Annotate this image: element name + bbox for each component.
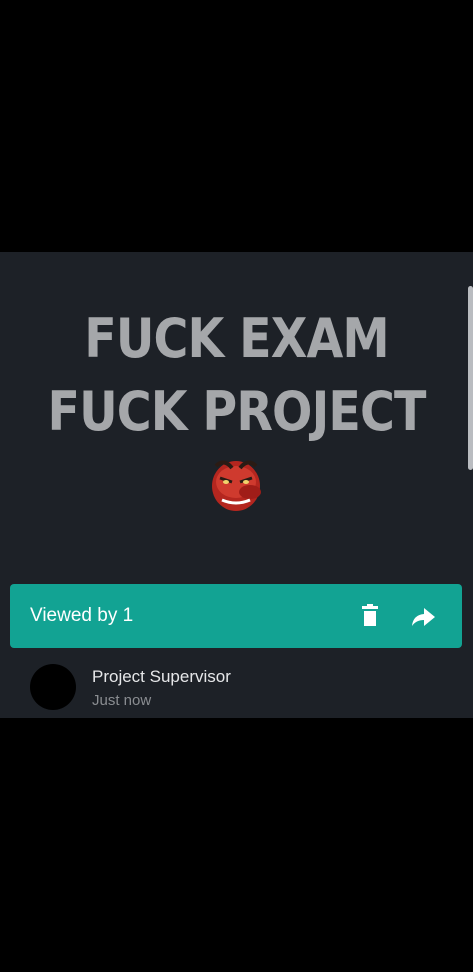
- viewer-list-item[interactable]: Project Supervisor Just now: [10, 650, 462, 716]
- viewer-time: Just now: [92, 692, 152, 709]
- status-line-2: FUCK PROJECT: [47, 380, 427, 443]
- viewer-name: Project Supervisor: [92, 667, 231, 686]
- status-line-1: FUCK EXAM: [84, 307, 389, 370]
- viewed-by-bar[interactable]: Viewed by 1: [10, 584, 462, 648]
- status-text: FUCK EXAM FUCK PROJECT: [28, 305, 444, 451]
- forward-icon[interactable]: [410, 606, 436, 628]
- avatar: [30, 664, 76, 710]
- scrollbar[interactable]: [468, 286, 473, 470]
- goblin-mask-icon: [210, 456, 262, 512]
- delete-icon[interactable]: [359, 604, 381, 628]
- viewed-count: Viewed by 1: [30, 605, 134, 626]
